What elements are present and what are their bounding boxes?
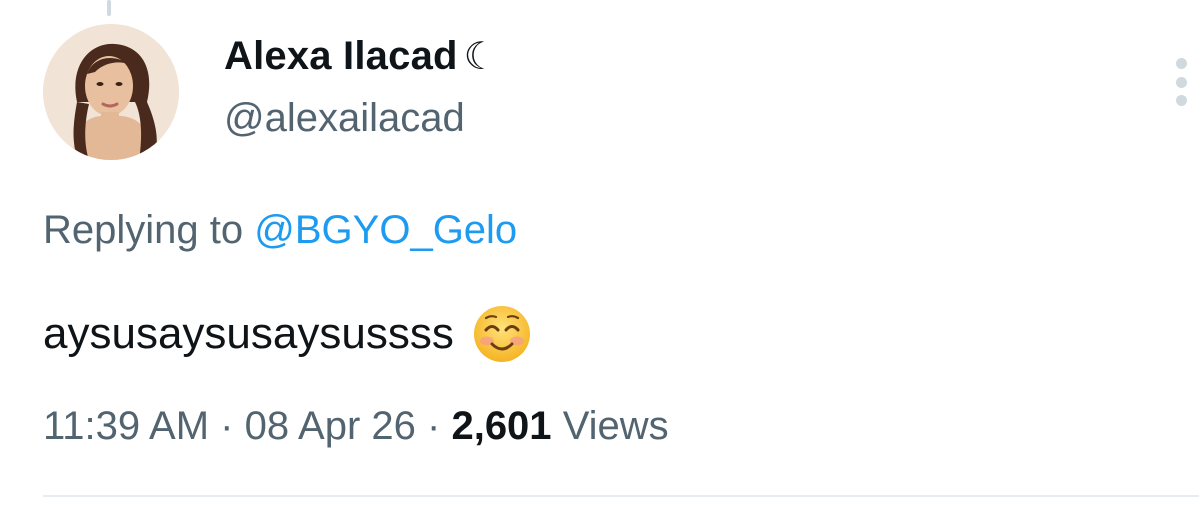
author-display-name[interactable]: Alexa Ilacad ☾ [224, 32, 498, 81]
replying-to-label: Replying to [43, 208, 244, 252]
meta-separator: · [220, 404, 234, 448]
tweet-meta: 11:39 AM · 08 Apr 26 · 2,601 Views [43, 402, 669, 450]
smiling-face-emoji-icon [472, 304, 532, 364]
views-count[interactable]: 2,601 [451, 404, 551, 448]
reply-mention-link[interactable]: @BGYO_Gelo [254, 208, 517, 252]
avatar-photo [43, 24, 179, 160]
meta-separator: · [427, 404, 441, 448]
author-handle[interactable]: @alexailacad [224, 94, 465, 142]
tweet-time[interactable]: 11:39 AM [43, 404, 209, 448]
tweet-date[interactable]: 08 Apr 26 [245, 404, 416, 448]
avatar[interactable] [43, 24, 179, 160]
more-dot-icon [1175, 76, 1187, 88]
tweet-body-text: aysusaysusaysussss [43, 309, 454, 358]
thread-connector-line [107, 0, 111, 16]
more-dot-icon [1175, 58, 1187, 69]
moon-symbol: ☾ [463, 36, 498, 78]
replying-to-line: Replying to @BGYO_Gelo [43, 206, 517, 254]
divider [43, 495, 1199, 497]
more-options-button[interactable] [1166, 58, 1196, 106]
tweet-text: aysusaysusaysussss [43, 304, 532, 364]
display-name-text: Alexa Ilacad [224, 34, 458, 78]
views-label: Views [562, 404, 669, 448]
more-dot-icon [1175, 95, 1187, 106]
